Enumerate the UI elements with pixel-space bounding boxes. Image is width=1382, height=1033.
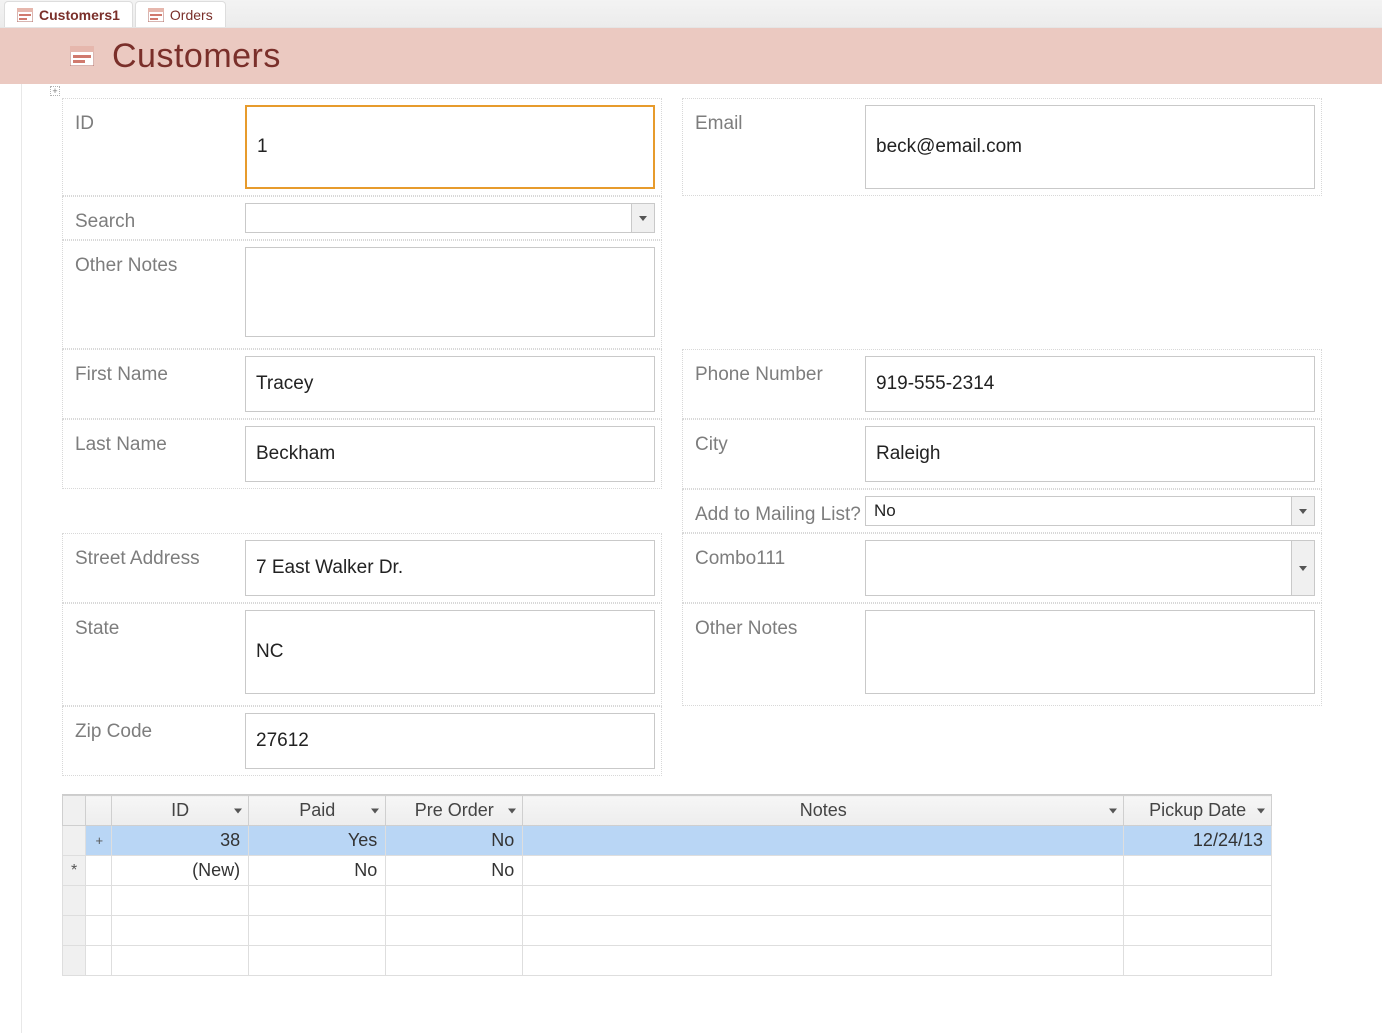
cell-pickup[interactable]: 12/24/13 bbox=[1124, 826, 1272, 856]
cell-preorder[interactable]: No bbox=[386, 856, 523, 886]
chevron-down-icon[interactable] bbox=[1257, 808, 1265, 813]
zip-field[interactable] bbox=[245, 713, 655, 769]
search-input[interactable] bbox=[245, 203, 631, 233]
chevron-down-icon[interactable] bbox=[1109, 808, 1117, 813]
label-last-name: Last Name bbox=[65, 426, 245, 456]
city-field[interactable] bbox=[865, 426, 1315, 482]
other-notes-field-2[interactable] bbox=[865, 610, 1315, 694]
label-city: City bbox=[685, 426, 865, 456]
label-email: Email bbox=[685, 105, 865, 135]
chevron-down-icon[interactable] bbox=[631, 203, 655, 233]
table-row-empty[interactable] bbox=[63, 946, 1272, 976]
chevron-down-icon[interactable] bbox=[1291, 496, 1315, 526]
id-field[interactable] bbox=[245, 105, 655, 189]
label-other-notes: Other Notes bbox=[65, 247, 245, 277]
cell-pickup[interactable] bbox=[1124, 856, 1272, 886]
label-combo111: Combo111 bbox=[685, 540, 865, 570]
label-zip: Zip Code bbox=[65, 713, 245, 743]
chevron-down-icon[interactable] bbox=[508, 808, 516, 813]
phone-field[interactable] bbox=[865, 356, 1315, 412]
table-row[interactable]: +38YesNo 12/24/13 bbox=[63, 826, 1272, 856]
table-row-empty[interactable] bbox=[63, 916, 1272, 946]
other-notes-field[interactable] bbox=[245, 247, 655, 337]
cell-paid[interactable]: Yes bbox=[249, 826, 386, 856]
mailing-combo[interactable] bbox=[865, 496, 1315, 526]
label-first-name: First Name bbox=[65, 356, 245, 386]
combo111[interactable] bbox=[865, 540, 1315, 596]
street-field[interactable] bbox=[245, 540, 655, 596]
state-field[interactable] bbox=[245, 610, 655, 694]
page-title: Customers bbox=[112, 37, 281, 76]
cell-notes[interactable] bbox=[523, 826, 1124, 856]
last-name-field[interactable] bbox=[245, 426, 655, 482]
label-other-notes-2: Other Notes bbox=[685, 610, 865, 640]
col-header-id[interactable]: ID bbox=[112, 796, 249, 826]
label-street: Street Address bbox=[65, 540, 245, 570]
form-icon bbox=[17, 8, 33, 22]
col-header-preorder[interactable]: Pre Order bbox=[386, 796, 523, 826]
table-row[interactable]: *(New)NoNo bbox=[63, 856, 1272, 886]
mailing-value[interactable] bbox=[865, 496, 1291, 526]
select-all-rows[interactable] bbox=[63, 796, 86, 826]
first-name-field[interactable] bbox=[245, 356, 655, 412]
col-header-paid[interactable]: Paid bbox=[249, 796, 386, 826]
expand-column bbox=[86, 796, 112, 826]
tab-customers1[interactable]: Customers1 bbox=[4, 1, 133, 27]
subdatasheet: ID Paid Pre Order Notes Pickup Date +38Y… bbox=[62, 794, 1272, 976]
form-body: + ID Email Search bbox=[22, 84, 1382, 1033]
label-id: ID bbox=[65, 105, 245, 135]
cell-id[interactable]: (New) bbox=[112, 856, 249, 886]
form-icon bbox=[148, 8, 164, 22]
search-combo[interactable] bbox=[245, 203, 655, 233]
form-header: Customers bbox=[0, 28, 1382, 84]
chevron-down-icon[interactable] bbox=[234, 808, 242, 813]
expand-row-icon[interactable]: + bbox=[86, 826, 112, 856]
label-state: State bbox=[65, 610, 245, 640]
cell-notes[interactable] bbox=[523, 856, 1124, 886]
cell-paid[interactable]: No bbox=[249, 856, 386, 886]
chevron-down-icon[interactable] bbox=[371, 808, 379, 813]
col-header-notes[interactable]: Notes bbox=[523, 796, 1124, 826]
table-row-empty[interactable] bbox=[63, 886, 1272, 916]
combo111-input[interactable] bbox=[865, 540, 1291, 596]
document-tabs: Customers1 Orders bbox=[0, 0, 1382, 28]
label-mailing: Add to Mailing List? bbox=[685, 496, 865, 526]
tab-label: Orders bbox=[170, 7, 213, 23]
form-large-icon bbox=[70, 46, 94, 66]
tab-label: Customers1 bbox=[39, 7, 120, 23]
label-search: Search bbox=[65, 203, 245, 233]
tab-orders[interactable]: Orders bbox=[135, 1, 226, 27]
chevron-down-icon[interactable] bbox=[1291, 540, 1315, 596]
row-selector[interactable] bbox=[63, 826, 86, 856]
row-selector[interactable]: * bbox=[63, 856, 86, 886]
cell-id[interactable]: 38 bbox=[112, 826, 249, 856]
label-phone: Phone Number bbox=[685, 356, 865, 386]
col-header-pickup[interactable]: Pickup Date bbox=[1124, 796, 1272, 826]
expand-row-icon[interactable] bbox=[86, 856, 112, 886]
record-selector-rail[interactable] bbox=[0, 84, 22, 1033]
expand-record-icon[interactable]: + bbox=[50, 86, 60, 96]
cell-preorder[interactable]: No bbox=[386, 826, 523, 856]
email-field[interactable] bbox=[865, 105, 1315, 189]
